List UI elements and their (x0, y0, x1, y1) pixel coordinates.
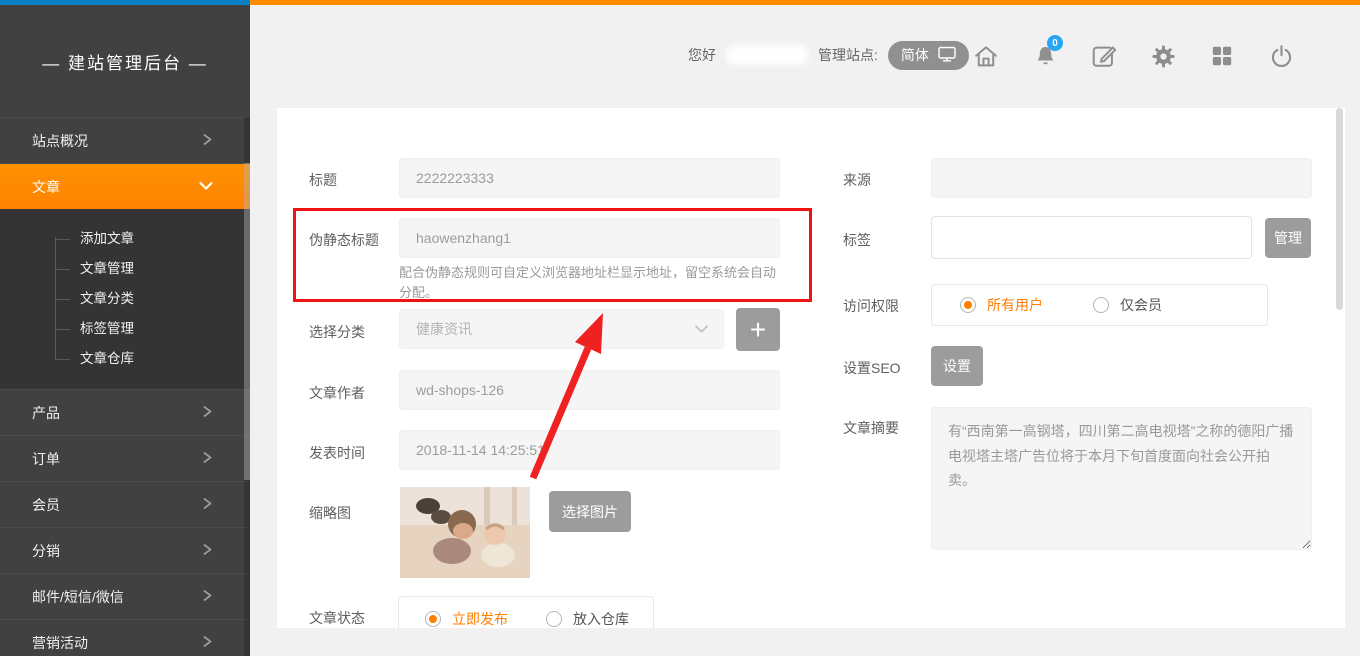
author-input[interactable] (399, 370, 780, 410)
brand-title: — 建站管理后台 — (0, 5, 250, 117)
chevron-right-icon (200, 542, 214, 559)
tags-input[interactable] (931, 216, 1252, 259)
sidebar-item-distribution[interactable]: 分销 (0, 527, 250, 573)
slug-hint-text: 配合伪静态规则可自定义浏览器地址栏显示地址，留空系统会自动分配。 (399, 263, 787, 303)
status-label: 文章状态 (309, 608, 365, 628)
sidebar-item-products[interactable]: 产品 (0, 389, 250, 435)
content-scrollbar-thumb[interactable] (1336, 108, 1343, 310)
manage-tags-button[interactable]: 管理 (1265, 218, 1311, 258)
sidebar-item-orders[interactable]: 订单 (0, 435, 250, 481)
chevron-right-icon (200, 496, 214, 513)
sidebar-item-marketing[interactable]: 营销活动 (0, 619, 250, 656)
radio-members-only[interactable]: 仅会员 (1093, 295, 1162, 315)
summary-label: 文章摘要 (843, 418, 899, 438)
slug-label: 伪静态标题 (309, 230, 379, 250)
seo-label: 设置SEO (843, 358, 901, 378)
seo-settings-button[interactable]: 设置 (931, 346, 983, 386)
header-user-area: 您好 管理站点: 简体 (688, 40, 969, 70)
chevron-right-icon (200, 450, 214, 467)
radio-selected-icon (425, 611, 441, 627)
radio-selected-icon (960, 297, 976, 313)
radio-all-users[interactable]: 所有用户 (960, 295, 1043, 315)
articles-submenu: 添加文章 文章管理 文章分类 标签管理 文章仓库 (0, 209, 250, 389)
sidebar-item-articles[interactable]: 文章 (0, 163, 250, 209)
title-label: 标题 (309, 170, 337, 190)
status-option-box: 立即发布 放入仓库 (398, 596, 654, 628)
notification-badge: 0 (1047, 35, 1063, 51)
access-label: 访问权限 (843, 296, 899, 316)
header-icon-bar: 0 (970, 39, 1297, 73)
sidebar-subitem-article-management[interactable]: 文章管理 (80, 254, 250, 284)
add-category-button[interactable]: + (736, 308, 780, 351)
summary-textarea[interactable]: 有“西南第一高钢塔，四川第二高电视塔”之称的德阳广播电视塔主塔广告位将于本月下旬… (931, 407, 1312, 550)
author-label: 文章作者 (309, 383, 365, 403)
choose-image-button[interactable]: 选择图片 (549, 491, 631, 532)
manage-site-label: 管理站点: (818, 45, 878, 65)
admin-page: — 建站管理后台 — 站点概况 文章 添加文章 文章管理 文章分类 标签管理 文… (0, 0, 1360, 656)
title-input[interactable] (399, 158, 780, 198)
home-icon[interactable] (970, 40, 1002, 72)
category-select[interactable]: 健康资讯 (399, 309, 724, 349)
edit-icon[interactable] (1088, 40, 1120, 72)
sidebar-subitem-article-warehouse[interactable]: 文章仓库 (80, 344, 250, 374)
access-option-box: 所有用户 仅会员 (931, 284, 1268, 326)
sidebar-subitem-add-article[interactable]: 添加文章 (80, 224, 250, 254)
sidebar-item-mail-sms-wechat[interactable]: 邮件/短信/微信 (0, 573, 250, 619)
sidebar-item-members[interactable]: 会员 (0, 481, 250, 527)
category-selected-value: 健康资讯 (416, 319, 472, 339)
sidebar-subitem-tag-management[interactable]: 标签管理 (80, 314, 250, 344)
chevron-right-icon (200, 404, 214, 421)
sidebar-scrollbar-thumb[interactable] (244, 163, 250, 480)
gear-icon[interactable] (1147, 40, 1179, 72)
radio-publish-now[interactable]: 立即发布 (425, 609, 508, 628)
sidebar-item-site-overview[interactable]: 站点概况 (0, 117, 250, 163)
radio-unselected-icon (1093, 297, 1109, 313)
apps-grid-icon[interactable] (1206, 40, 1238, 72)
bell-icon[interactable]: 0 (1029, 40, 1061, 72)
chevron-down-icon (694, 321, 709, 337)
chevron-down-icon (198, 179, 214, 195)
chevron-right-icon (200, 132, 214, 149)
sidebar-subitem-article-category[interactable]: 文章分类 (80, 284, 250, 314)
sidebar: — 建站管理后台 — 站点概况 文章 添加文章 文章管理 文章分类 标签管理 文… (0, 5, 250, 656)
power-icon[interactable] (1265, 40, 1297, 72)
chevron-right-icon (200, 588, 214, 605)
monitor-icon (938, 46, 956, 65)
source-label: 来源 (843, 170, 871, 190)
publish-time-input[interactable] (399, 430, 780, 470)
thumbnail-label: 缩略图 (309, 503, 351, 523)
topbar-orange-strip (250, 0, 1360, 5)
tags-label: 标签 (843, 230, 871, 250)
radio-unselected-icon (546, 611, 562, 627)
chevron-right-icon (200, 634, 214, 651)
language-switch-button[interactable]: 简体 (888, 41, 969, 70)
source-input[interactable] (931, 158, 1312, 198)
greeting-label: 您好 (688, 45, 716, 65)
radio-to-warehouse[interactable]: 放入仓库 (546, 609, 629, 628)
publish-time-label: 发表时间 (309, 443, 365, 463)
article-edit-card: 标题 伪静态标题 配合伪静态规则可自定义浏览器地址栏显示地址，留空系统会自动分配… (277, 108, 1345, 628)
category-label: 选择分类 (309, 322, 365, 342)
redacted-username (726, 45, 808, 65)
thumbnail-image[interactable] (400, 487, 530, 578)
slug-input[interactable] (399, 218, 780, 258)
